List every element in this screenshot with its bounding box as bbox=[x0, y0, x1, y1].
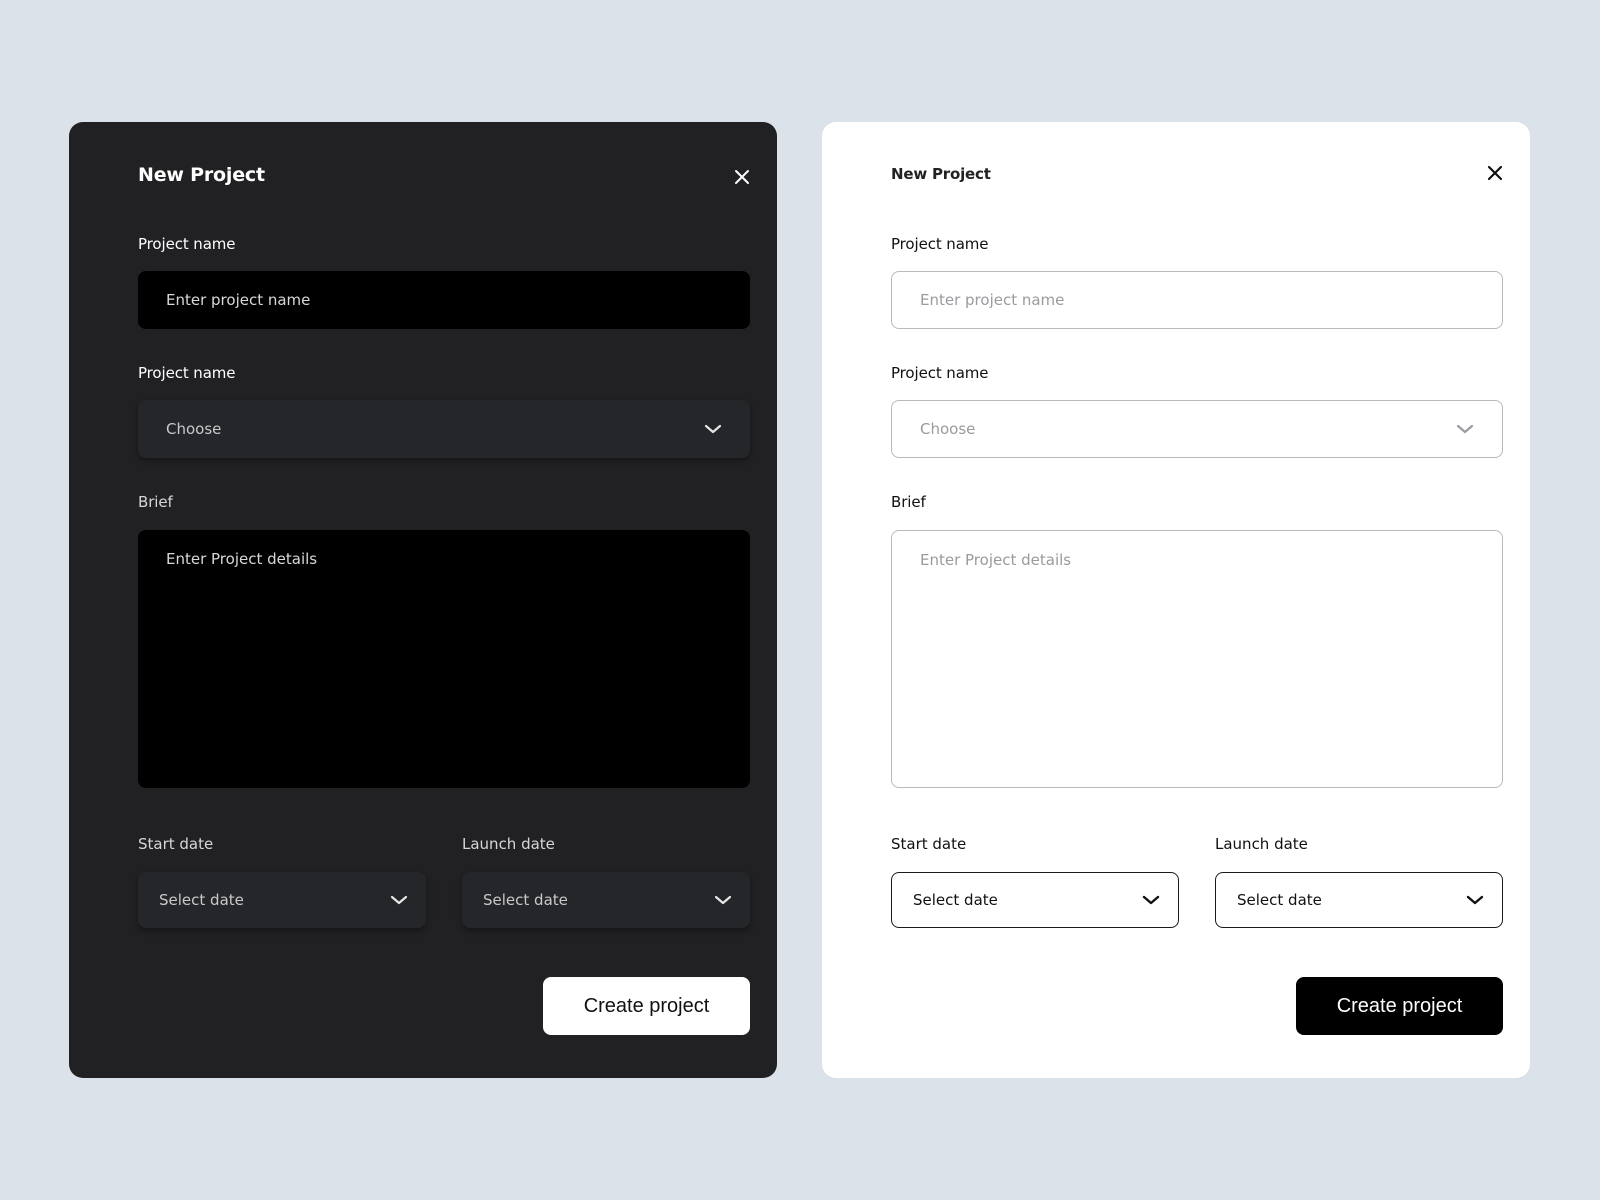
launch-date-picker[interactable]: Select date bbox=[1215, 872, 1503, 928]
close-icon bbox=[735, 170, 749, 184]
new-project-modal-dark: New Project Project name Enter project n… bbox=[69, 122, 777, 1078]
project-select-dropdown[interactable]: Choose bbox=[138, 400, 750, 458]
launch-date-value: Select date bbox=[1237, 891, 1322, 909]
brief-placeholder: Enter Project details bbox=[920, 551, 1072, 569]
chevron-down-icon bbox=[714, 895, 732, 905]
project-select-value: Choose bbox=[920, 420, 976, 438]
chevron-down-icon bbox=[1142, 895, 1160, 905]
brief-label: Brief bbox=[891, 493, 926, 511]
chevron-down-icon bbox=[390, 895, 408, 905]
launch-date-label: Launch date bbox=[462, 835, 555, 853]
chevron-down-icon bbox=[704, 424, 722, 434]
start-date-value: Select date bbox=[913, 891, 998, 909]
launch-date-label: Launch date bbox=[1215, 835, 1308, 853]
start-date-picker[interactable]: Select date bbox=[891, 872, 1179, 928]
brief-textarea[interactable]: Enter Project details bbox=[138, 530, 750, 788]
new-project-modal-light: New Project Project name Enter project n… bbox=[822, 122, 1530, 1078]
chevron-down-icon bbox=[1466, 895, 1484, 905]
brief-textarea[interactable]: Enter Project details bbox=[891, 530, 1503, 788]
create-project-button[interactable]: Create project bbox=[543, 977, 750, 1035]
launch-date-picker[interactable]: Select date bbox=[462, 872, 750, 928]
project-select-label: Project name bbox=[891, 364, 989, 382]
project-select-value: Choose bbox=[166, 420, 222, 438]
project-name-label: Project name bbox=[138, 235, 236, 253]
project-name-input[interactable]: Enter project name bbox=[138, 271, 750, 329]
project-name-placeholder: Enter project name bbox=[166, 291, 311, 309]
create-project-button[interactable]: Create project bbox=[1296, 977, 1503, 1035]
close-button[interactable] bbox=[733, 168, 751, 186]
launch-date-value: Select date bbox=[483, 891, 568, 909]
project-select-label: Project name bbox=[138, 364, 236, 382]
project-name-label: Project name bbox=[891, 235, 989, 253]
project-name-placeholder: Enter project name bbox=[920, 291, 1065, 309]
project-select-dropdown[interactable]: Choose bbox=[891, 400, 1503, 458]
modal-title: New Project bbox=[891, 165, 991, 183]
close-icon bbox=[1487, 165, 1503, 181]
modal-title: New Project bbox=[138, 164, 265, 186]
start-date-label: Start date bbox=[138, 835, 214, 853]
start-date-value: Select date bbox=[159, 891, 244, 909]
start-date-picker[interactable]: Select date bbox=[138, 872, 426, 928]
start-date-label: Start date bbox=[891, 835, 967, 853]
close-button[interactable] bbox=[1486, 164, 1504, 182]
brief-label: Brief bbox=[138, 493, 173, 511]
chevron-down-icon bbox=[1456, 424, 1474, 434]
project-name-input[interactable]: Enter project name bbox=[891, 271, 1503, 329]
brief-placeholder: Enter Project details bbox=[166, 550, 318, 568]
